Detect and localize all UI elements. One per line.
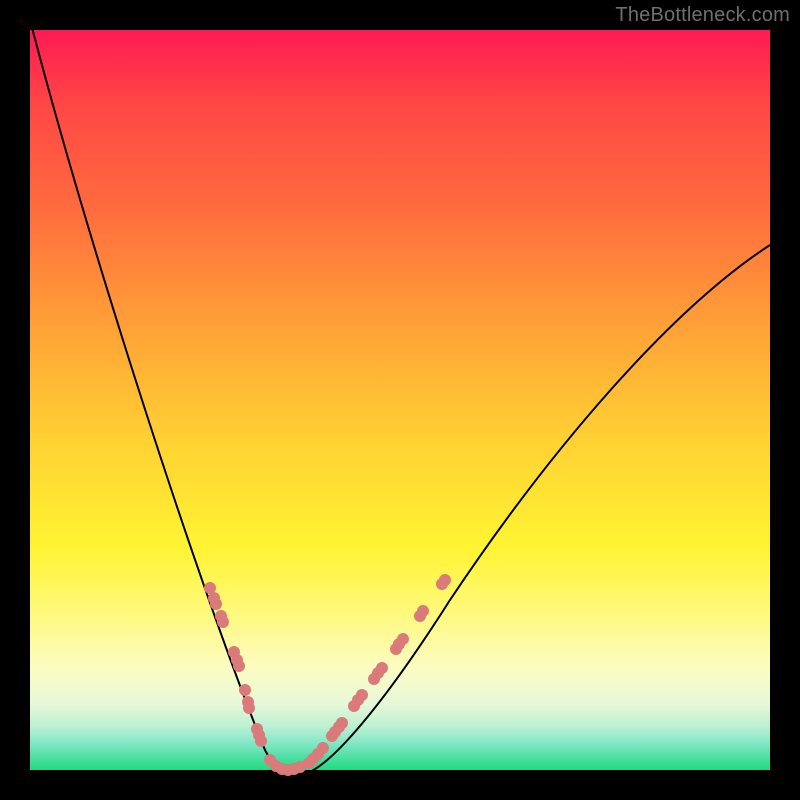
annotation-dot xyxy=(356,689,368,701)
annotation-dot xyxy=(376,662,388,674)
watermark-text: TheBottleneck.com xyxy=(615,4,790,27)
annotation-dot xyxy=(317,742,329,754)
chart-svg xyxy=(30,30,770,770)
annotation-dot xyxy=(210,598,222,610)
annotation-dot xyxy=(233,660,245,672)
annotation-dot xyxy=(255,735,267,747)
annotation-dot xyxy=(439,574,451,586)
annotation-dot xyxy=(243,702,255,714)
annotation-dot xyxy=(417,605,429,617)
annotation-dot xyxy=(336,717,348,729)
v-curve-path xyxy=(30,20,770,775)
annotation-dot xyxy=(239,684,251,696)
annotation-dot xyxy=(217,616,229,628)
annotation-dots-group xyxy=(204,574,451,776)
annotation-dot xyxy=(397,633,409,645)
